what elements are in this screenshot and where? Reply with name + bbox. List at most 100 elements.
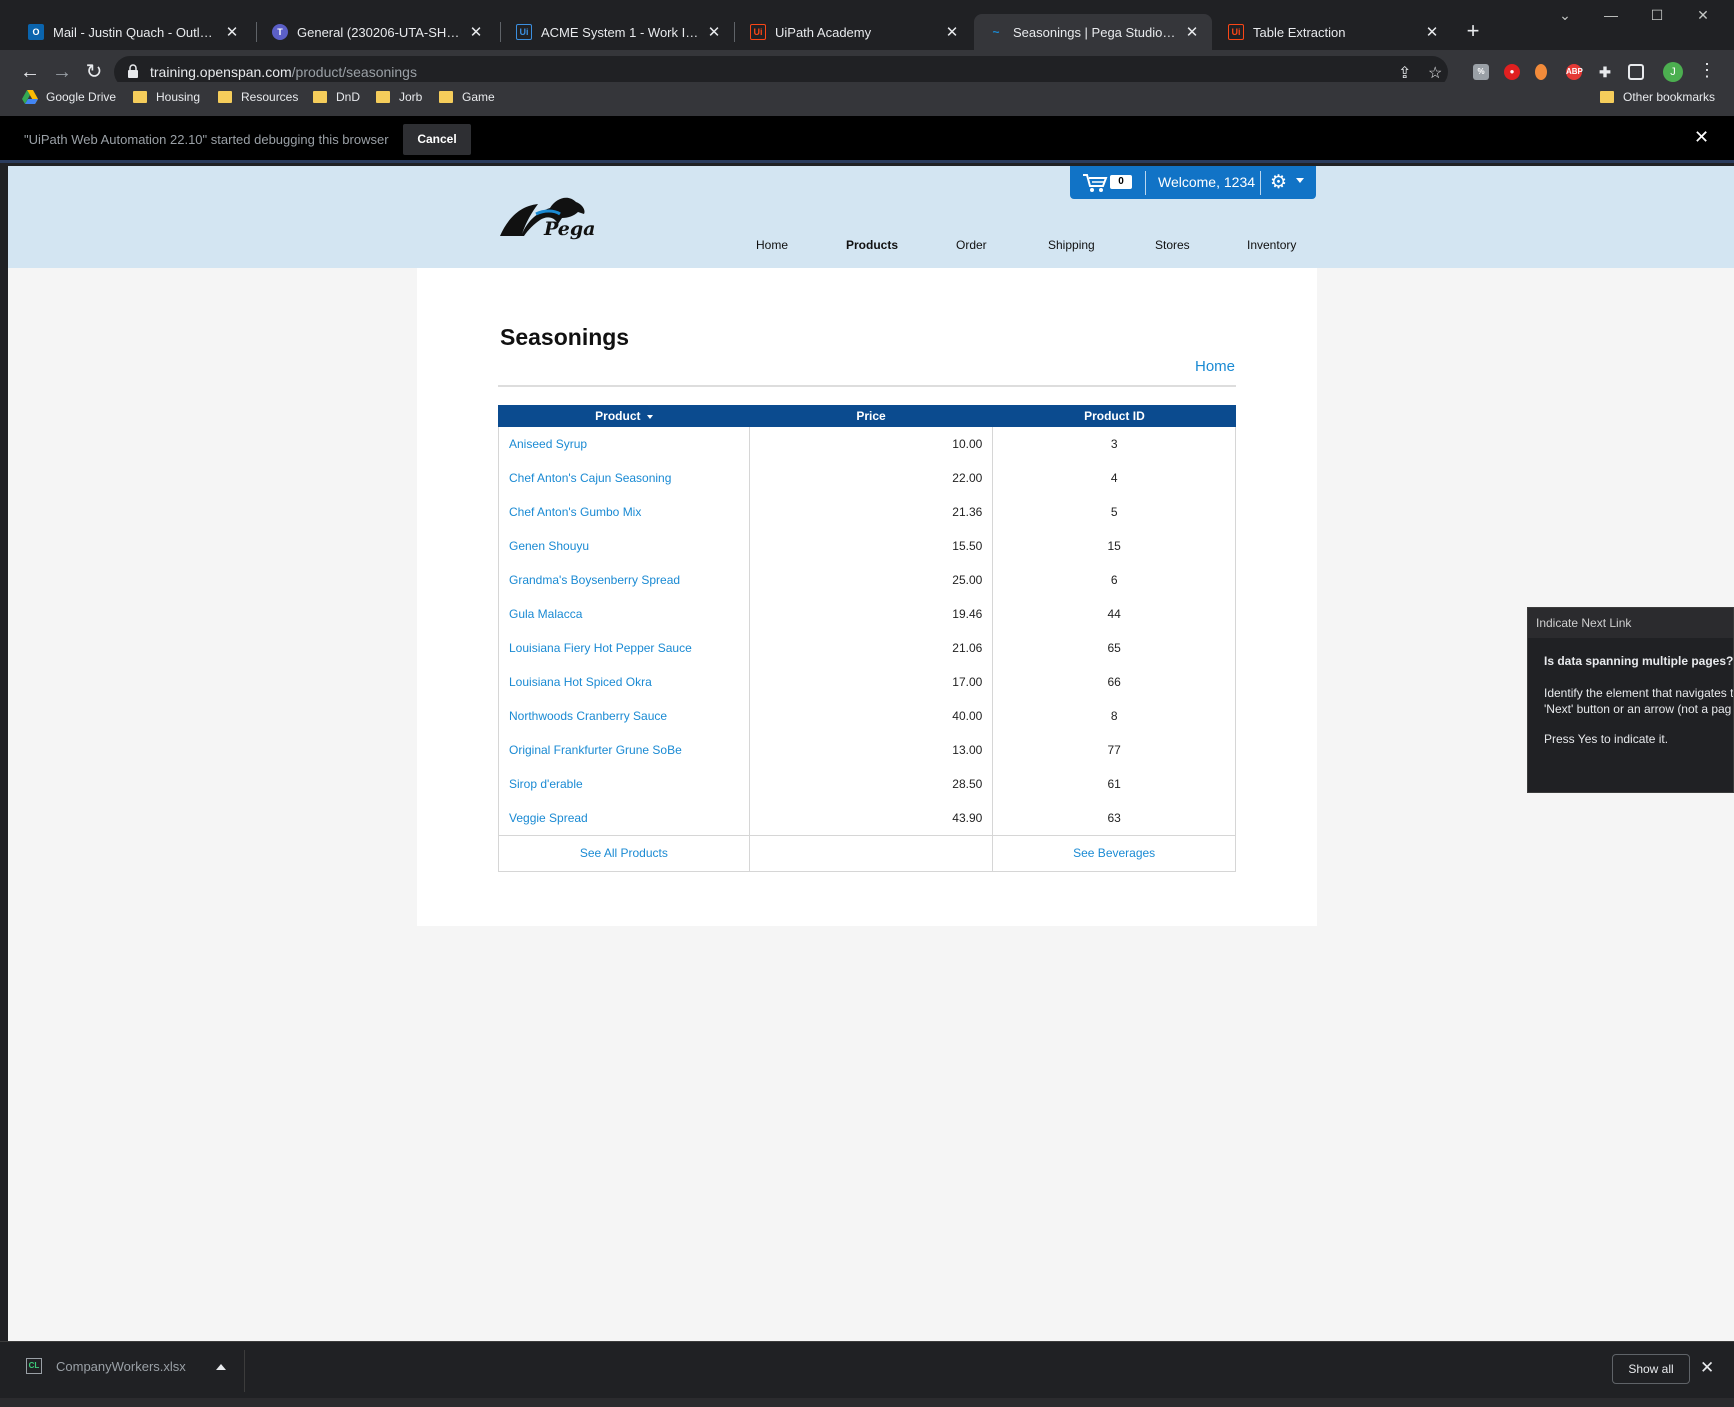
- download-item[interactable]: CL CompanyWorkers.xlsx: [26, 1358, 186, 1374]
- tab-title: ACME System 1 - Work Items: [541, 24, 700, 40]
- extension-honey-icon[interactable]: [1535, 64, 1547, 80]
- bookmark-star-icon[interactable]: ☆: [1428, 63, 1442, 83]
- table-row: Louisiana Fiery Hot Pepper Sauce 21.06 65: [498, 631, 1236, 665]
- uipath-academy-icon: Ui: [1228, 24, 1244, 40]
- product-id-cell: 66: [992, 665, 1236, 699]
- bookmark-google-drive[interactable]: Google Drive: [22, 90, 116, 104]
- breadcrumb-home-link[interactable]: Home: [1195, 358, 1235, 375]
- nav-inventory[interactable]: Inventory: [1247, 238, 1296, 252]
- pega-logo-text: Pega: [544, 218, 596, 240]
- product-link[interactable]: Veggie Spread: [498, 801, 750, 835]
- nav-home[interactable]: Home: [756, 238, 788, 252]
- product-link[interactable]: Original Frankfurter Grune SoBe: [498, 733, 750, 767]
- close-icon[interactable]: ✕: [224, 23, 240, 41]
- tab-outlook[interactable]: O Mail - Justin Quach - Outlook ✕: [14, 14, 252, 50]
- product-id-cell: 5: [992, 495, 1236, 529]
- show-all-button[interactable]: Show all: [1612, 1354, 1690, 1384]
- extension-translate-icon[interactable]: %: [1473, 64, 1489, 80]
- see-all-products-link[interactable]: See All Products: [498, 834, 750, 872]
- indicate-next-link-popup: Indicate Next Link Is data spanning mult…: [1527, 607, 1734, 793]
- close-download-bar-icon[interactable]: ✕: [1700, 1358, 1714, 1378]
- bookmark-housing[interactable]: Housing: [133, 90, 200, 104]
- column-header-price[interactable]: Price: [748, 405, 993, 427]
- product-link[interactable]: Chef Anton's Gumbo Mix: [498, 495, 750, 529]
- bottom-strip: [0, 1398, 1734, 1407]
- extensions-puzzle-icon[interactable]: ✚: [1597, 64, 1613, 80]
- welcome-text: Welcome, 1234: [1158, 174, 1256, 190]
- shopping-cart-icon[interactable]: [1082, 173, 1108, 193]
- popup-title: Indicate Next Link: [1528, 608, 1733, 638]
- bookmark-label: Resources: [241, 90, 299, 104]
- pega-icon: ~: [992, 25, 1000, 39]
- title-divider: [498, 385, 1236, 387]
- product-id-cell: 8: [992, 699, 1236, 733]
- product-link[interactable]: Grandma's Boysenberry Spread: [498, 563, 750, 597]
- products-table: Product Price Product ID Aniseed Syrup 10…: [498, 405, 1236, 872]
- tab-table-extraction[interactable]: Ui Table Extraction ✕: [1214, 14, 1452, 50]
- tab-seasonings[interactable]: ~ Seasonings | Pega Studio Training ✕: [974, 14, 1212, 50]
- table-row: Aniseed Syrup 10.00 3: [498, 427, 1236, 461]
- bookmark-game[interactable]: Game: [439, 90, 495, 104]
- product-link[interactable]: Chef Anton's Cajun Seasoning: [498, 461, 750, 495]
- product-link[interactable]: Northwoods Cranberry Sauce: [498, 699, 750, 733]
- tab-uipath-academy[interactable]: Ui UiPath Academy ✕: [736, 14, 972, 50]
- nav-stores[interactable]: Stores: [1155, 238, 1190, 252]
- chevron-down-icon[interactable]: [1296, 178, 1304, 183]
- close-icon[interactable]: ✕: [944, 23, 960, 41]
- price-cell: 13.00: [748, 733, 994, 767]
- profile-avatar[interactable]: J: [1663, 62, 1683, 82]
- outlook-icon: O: [28, 24, 44, 40]
- bookmark-other[interactable]: Other bookmarks: [1600, 90, 1715, 104]
- tab-search-icon[interactable]: ⌄: [1542, 0, 1588, 30]
- extension-record-icon[interactable]: ●: [1504, 64, 1520, 80]
- table-row: Veggie Spread 43.90 63: [498, 801, 1236, 835]
- excel-file-icon: CL: [26, 1358, 42, 1374]
- close-icon[interactable]: ✕: [706, 23, 722, 41]
- cancel-debugging-button[interactable]: Cancel: [403, 124, 471, 155]
- side-panel-icon[interactable]: [1628, 64, 1644, 80]
- topbar-divider: [1145, 171, 1146, 195]
- cart-count-badge: 0: [1110, 175, 1132, 189]
- product-link[interactable]: Sirop d'erable: [498, 767, 750, 801]
- close-icon[interactable]: ✕: [1184, 23, 1200, 41]
- bookmark-dnd[interactable]: DnD: [313, 90, 360, 104]
- bookmark-label: DnD: [336, 90, 361, 104]
- nav-order[interactable]: Order: [956, 238, 987, 252]
- chevron-up-icon[interactable]: [216, 1364, 226, 1370]
- column-header-product-id[interactable]: Product ID: [992, 405, 1236, 427]
- close-icon[interactable]: ✕: [468, 23, 484, 41]
- folder-icon: [1600, 91, 1614, 103]
- bookmark-jorb[interactable]: Jorb: [376, 90, 422, 104]
- nav-shipping[interactable]: Shipping: [1048, 238, 1095, 252]
- product-link[interactable]: Genen Shouyu: [498, 529, 750, 563]
- folder-icon: [376, 91, 390, 103]
- product-link[interactable]: Louisiana Hot Spiced Okra: [498, 665, 750, 699]
- adblock-icon[interactable]: ABP: [1566, 64, 1583, 80]
- nav-products[interactable]: Products: [846, 238, 898, 252]
- menu-kebab-icon[interactable]: ⋮: [1698, 60, 1716, 81]
- table-row: Genen Shouyu 15.50 15: [498, 529, 1236, 563]
- column-header-product[interactable]: Product: [498, 405, 750, 427]
- product-link[interactable]: Louisiana Fiery Hot Pepper Sauce: [498, 631, 750, 665]
- new-tab-button[interactable]: +: [1460, 19, 1486, 45]
- url-domain: training.openspan.com: [150, 64, 292, 80]
- site-header: 0 Welcome, 1234 ⚙ Pega Home Products Ord…: [8, 166, 1734, 268]
- window-close-icon[interactable]: ✕: [1680, 0, 1726, 30]
- download-filename: CompanyWorkers.xlsx: [56, 1358, 186, 1374]
- product-id-cell: 44: [992, 597, 1236, 631]
- product-link[interactable]: Aniseed Syrup: [498, 427, 750, 461]
- product-id-cell: 15: [992, 529, 1236, 563]
- tab-acme[interactable]: Ui ACME System 1 - Work Items ✕: [502, 14, 734, 50]
- close-icon[interactable]: ✕: [1424, 23, 1440, 41]
- see-beverages-link[interactable]: See Beverages: [992, 834, 1236, 872]
- gear-icon[interactable]: ⚙: [1270, 171, 1287, 194]
- uipath-academy-icon: Ui: [750, 24, 766, 40]
- share-icon[interactable]: ⇪: [1398, 63, 1411, 83]
- minimize-icon[interactable]: —: [1588, 0, 1634, 30]
- product-link[interactable]: Gula Malacca: [498, 597, 750, 631]
- tab-teams[interactable]: T General (230206-UTA-SH-UiPath ✕: [258, 14, 496, 50]
- bookmark-resources[interactable]: Resources: [218, 90, 298, 104]
- table-row: Sirop d'erable 28.50 61: [498, 767, 1236, 801]
- close-infobar-icon[interactable]: ✕: [1694, 127, 1709, 148]
- maximize-icon[interactable]: ☐: [1634, 0, 1680, 30]
